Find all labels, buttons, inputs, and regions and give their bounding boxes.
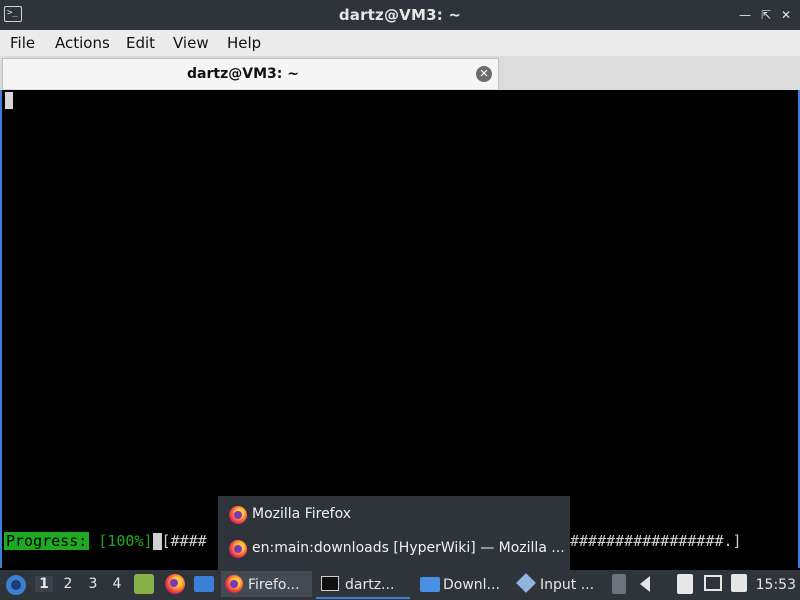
popup-item-label: Mozilla Firefox — [252, 506, 352, 522]
progress-bar-right: #################.] — [570, 532, 742, 550]
task-button-terminal[interactable]: dartz... — [316, 571, 410, 599]
firefox-launcher-icon[interactable] — [165, 574, 185, 594]
text-cursor — [5, 92, 13, 109]
progress-bar-left: [#### — [161, 532, 207, 550]
taskbar: 1 2 3 4 Firefo... dartz... Downl... Inpu… — [0, 570, 800, 600]
progress-block — [152, 533, 162, 550]
firefox-icon — [225, 575, 243, 593]
input-icon — [516, 573, 536, 593]
task-button-downloads[interactable]: Downl... — [414, 571, 508, 597]
task-label: dartz... — [345, 577, 395, 593]
window-titlebar[interactable]: >_ dartz@VM3: ~ — ⇱ ✕ — [0, 0, 800, 30]
close-icon[interactable]: ✕ — [779, 8, 793, 22]
tab-bar: dartz@VM3: ~ ✕ — [0, 56, 800, 91]
workspace-3[interactable]: 3 — [84, 576, 102, 592]
task-label: Downl... — [443, 577, 500, 593]
task-label: Input ... — [540, 577, 595, 593]
window-list-popup: Mozilla Firefox en:main:downloads [Hyper… — [218, 496, 570, 570]
clipboard-icon[interactable] — [677, 574, 693, 594]
terminal-icon — [321, 576, 339, 591]
menu-actions[interactable]: Actions — [55, 34, 110, 52]
menu-view[interactable]: View — [173, 34, 209, 52]
menu-file[interactable]: File — [10, 34, 35, 52]
scroll-tray-icon[interactable] — [612, 574, 626, 594]
tab-label: dartz@VM3: ~ — [187, 66, 299, 82]
task-button-firefox[interactable]: Firefo... — [221, 571, 312, 597]
progress-label: Progress: — [4, 532, 90, 550]
start-menu-icon[interactable] — [6, 575, 26, 595]
tab-terminal[interactable]: dartz@VM3: ~ ✕ — [2, 58, 499, 89]
popup-item-firefox[interactable]: Mozilla Firefox — [218, 500, 570, 530]
menu-help[interactable]: Help — [227, 34, 261, 52]
menu-bar: File Actions Edit View Help — [0, 30, 800, 56]
firefox-icon — [229, 506, 247, 524]
tab-close-icon[interactable]: ✕ — [476, 66, 492, 82]
progress-line: Progress: [100%] [#### — [4, 532, 207, 551]
show-desktop-icon[interactable] — [194, 576, 214, 592]
workspace-1[interactable]: 1 — [35, 576, 53, 592]
progress-percent: [100%] — [98, 532, 153, 550]
workspace-2[interactable]: 2 — [59, 576, 77, 592]
folder-icon — [420, 577, 440, 592]
menu-edit[interactable]: Edit — [126, 34, 155, 52]
firefox-icon — [229, 540, 247, 558]
task-label: Firefo... — [248, 577, 300, 593]
popup-item-label: en:main:downloads [HyperWiki] — Mozilla … — [252, 540, 565, 556]
window-title: dartz@VM3: ~ — [338, 6, 462, 24]
clock[interactable]: 15:53 — [756, 577, 796, 593]
task-button-input[interactable]: Input ... — [512, 571, 607, 597]
network-icon[interactable] — [704, 575, 722, 591]
file-manager-launcher-icon[interactable] — [134, 574, 154, 594]
volume-icon[interactable] — [640, 576, 650, 592]
minimize-icon[interactable]: — — [738, 8, 752, 22]
popup-item-downloads[interactable]: en:main:downloads [HyperWiki] — Mozilla … — [218, 534, 570, 564]
maximize-icon[interactable]: ⇱ — [759, 8, 773, 22]
workspace-4[interactable]: 4 — [108, 576, 126, 592]
notification-icon[interactable] — [731, 574, 747, 592]
